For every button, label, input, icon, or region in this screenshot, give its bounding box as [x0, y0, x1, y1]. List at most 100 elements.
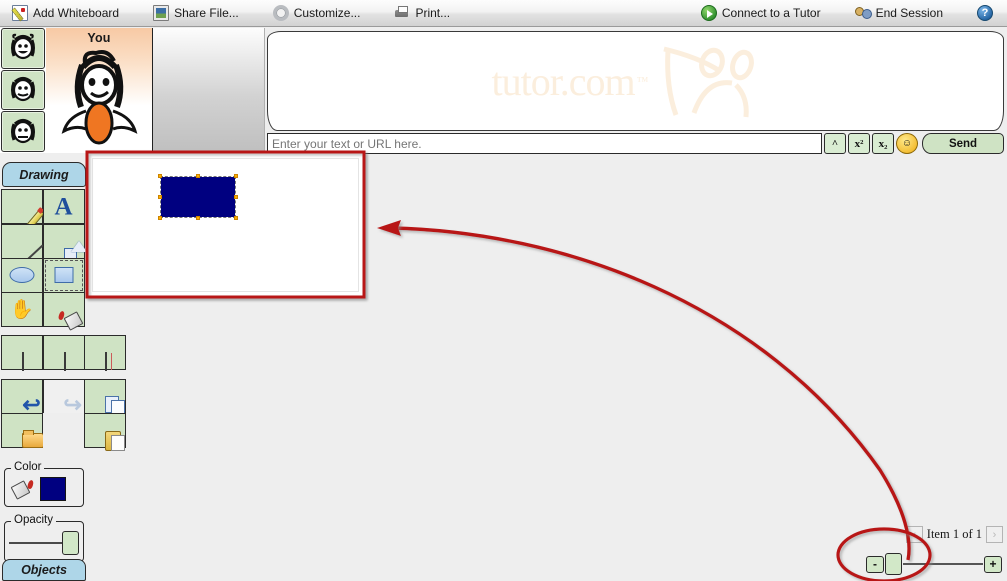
resize-handle-nw[interactable]	[158, 174, 162, 178]
subscript-button[interactable]: x₂	[872, 133, 894, 154]
grid-paper-button[interactable]	[42, 335, 85, 371]
color-swatch[interactable]	[40, 476, 66, 501]
zoom-out-button[interactable]: -	[866, 555, 884, 573]
menu-connect-to-tutor[interactable]: Connect to a Tutor	[695, 2, 827, 24]
mood-neutral-button[interactable]	[1, 69, 45, 111]
ellipse-tool[interactable]	[1, 257, 44, 293]
tutor-watermark: tutor.com ™	[491, 41, 768, 121]
lined-paper-icon	[104, 351, 107, 371]
hand-icon: ✋	[10, 299, 35, 320]
self-participant-panel: You	[46, 28, 153, 153]
menu-customize[interactable]: Customize...	[267, 2, 367, 24]
opacity-group: Opacity	[4, 513, 84, 562]
zoom-in-button[interactable]: +	[984, 555, 1002, 573]
open-button[interactable]	[1, 412, 44, 448]
ellipse-icon	[9, 267, 35, 284]
people-icon	[854, 5, 872, 21]
mood-happy-button[interactable]	[1, 28, 45, 69]
menu-print[interactable]: Print...	[388, 2, 456, 24]
pan-tool[interactable]: ✋	[1, 292, 44, 327]
undo-button[interactable]	[1, 378, 44, 414]
pointer-arrow-head	[377, 220, 401, 236]
graph-paper-button[interactable]	[1, 335, 44, 371]
zoom-slider-handle[interactable]	[885, 553, 902, 575]
menu-end-session[interactable]: End Session	[849, 2, 949, 24]
superscript-button[interactable]: x²	[848, 133, 870, 154]
rectangle-tool[interactable]	[42, 257, 85, 293]
tab-objects[interactable]: Objects	[2, 559, 86, 581]
page-style-row	[1, 335, 128, 371]
share-file-icon	[153, 5, 170, 21]
next-item-button[interactable]: ›	[986, 526, 1003, 543]
letter-a-icon: A	[54, 193, 73, 221]
copy-button[interactable]	[83, 378, 126, 414]
zoom-control: - +	[866, 552, 1002, 576]
tutor-whiteboard-window: Add Whiteboard Share File... Customize..…	[0, 0, 1007, 581]
emoji-button[interactable]: ☺	[896, 133, 918, 154]
mood-button-column	[0, 28, 46, 153]
chat-input-row: ^ x² x₂ ☺ Send	[267, 133, 1004, 154]
whiteboard-icon	[12, 5, 28, 21]
help-icon: ?	[977, 5, 993, 21]
tab-drawing[interactable]: Drawing	[2, 162, 86, 187]
paste-button[interactable]	[83, 412, 126, 448]
help-icon-glyph: ?	[981, 7, 989, 19]
menu-connect-label: Connect to a Tutor	[721, 6, 821, 20]
pencil-tool[interactable]	[1, 189, 44, 225]
item-counter-label: Item 1 of 1	[926, 527, 982, 541]
self-avatar	[61, 50, 138, 145]
item-pager: ‹ Item 1 of 1 ›	[905, 526, 1003, 543]
color-group-title: Color	[11, 460, 45, 473]
color-group: Color	[4, 460, 84, 507]
chat-transcript-area: tutor.com ™	[267, 31, 1004, 131]
watermark-trademark: ™	[636, 73, 649, 88]
grid-icon	[63, 351, 66, 371]
chat-text-input[interactable]	[267, 133, 822, 154]
resize-handle-s[interactable]	[196, 216, 200, 220]
empty-participant-panel	[153, 28, 265, 153]
printer-icon	[394, 5, 410, 21]
menu-add-whiteboard[interactable]: Add Whiteboard	[6, 2, 125, 24]
opacity-slider-track[interactable]	[9, 541, 62, 544]
polygon-tool[interactable]	[42, 223, 85, 259]
resize-handle-ne[interactable]	[234, 174, 238, 178]
color-picker-icon[interactable]	[11, 479, 33, 499]
line-tool[interactable]	[1, 223, 44, 259]
rectangle-shape[interactable]	[158, 174, 238, 220]
menu-print-label: Print...	[415, 6, 451, 20]
menu-add-whiteboard-label: Add Whiteboard	[33, 6, 120, 20]
gear-icon	[272, 5, 289, 21]
rectangle-icon	[54, 267, 73, 284]
top-menu-bar: Add Whiteboard Share File... Customize..…	[0, 0, 1007, 27]
watermark-text: tutor.com	[491, 58, 635, 104]
zoom-slider-track[interactable]	[903, 563, 983, 565]
menu-help[interactable]: ?	[971, 2, 999, 24]
menu-end-session-label: End Session	[875, 6, 943, 20]
sad-face-icon	[11, 118, 35, 143]
resize-handle-w[interactable]	[158, 195, 162, 199]
menu-share-file-label: Share File...	[174, 6, 239, 20]
opacity-slider-handle[interactable]	[62, 530, 79, 555]
redo-button[interactable]	[42, 378, 85, 414]
resize-handle-sw[interactable]	[158, 216, 162, 220]
whiteboard-canvas[interactable]	[86, 152, 365, 298]
resize-handle-e[interactable]	[234, 195, 238, 199]
edit-spacer	[42, 412, 85, 448]
whiteboard-page[interactable]	[92, 158, 359, 292]
connect-play-icon	[700, 5, 717, 21]
mood-sad-button[interactable]	[1, 111, 45, 153]
resize-handle-n[interactable]	[196, 174, 200, 178]
watermark-figures-icon	[663, 46, 755, 118]
resize-handle-se[interactable]	[234, 216, 238, 220]
prev-item-button[interactable]: ‹	[905, 526, 923, 543]
lined-paper-button[interactable]	[83, 335, 126, 371]
menu-share-file[interactable]: Share File...	[147, 2, 245, 24]
send-button[interactable]: Send	[922, 133, 1004, 154]
drawing-tool-grid: A ✋	[1, 189, 86, 327]
edit-tool-grid	[1, 378, 128, 448]
fill-tool[interactable]	[42, 292, 85, 327]
caret-button[interactable]: ^	[824, 133, 846, 154]
self-participant-label: You	[87, 31, 111, 45]
text-tool[interactable]: A	[42, 189, 85, 225]
tool-palette: Drawing A ✋ Color Opacity Objects	[0, 157, 126, 581]
